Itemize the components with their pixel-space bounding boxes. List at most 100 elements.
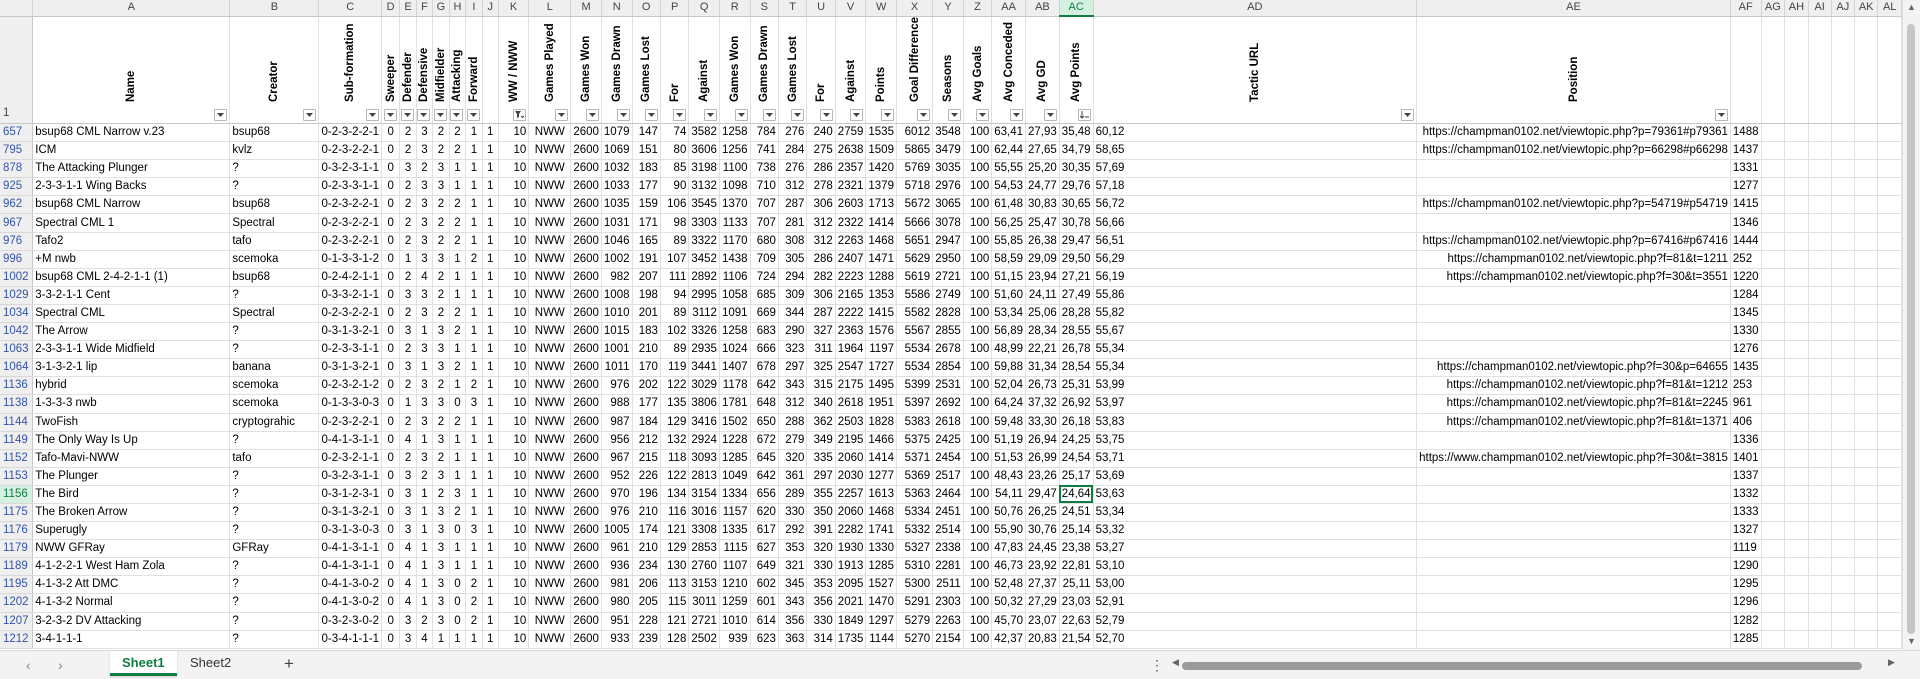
cell-e[interactable]: 2 <box>399 232 417 251</box>
empty-cell[interactable] <box>1831 413 1855 432</box>
cell-z[interactable]: 100 <box>963 593 993 613</box>
cell-c[interactable]: 0-3-1-3-2-1 <box>318 322 383 342</box>
filter-dropdown-icon[interactable] <box>947 109 961 121</box>
cell-f[interactable]: 3 <box>416 340 434 360</box>
cell-d[interactable]: 0 <box>381 376 401 396</box>
cell-b[interactable]: banana <box>229 358 320 378</box>
empty-cell[interactable] <box>1854 575 1879 595</box>
cell-o[interactable]: 228 <box>632 612 661 631</box>
cell-m[interactable]: 2600 <box>570 340 602 360</box>
row-number[interactable]: 1144 <box>0 413 34 432</box>
cell-a[interactable]: 1-3-3-3 nwb <box>32 394 231 414</box>
cell-d[interactable]: 0 <box>381 431 401 450</box>
cell-n[interactable]: 1046 <box>601 232 633 251</box>
empty-cell[interactable] <box>1854 521 1879 541</box>
empty-cell[interactable] <box>1808 304 1832 324</box>
cell-l[interactable]: NWW <box>528 431 572 450</box>
cell-s[interactable]: 601 <box>750 593 779 613</box>
cell-r[interactable]: 1407 <box>719 358 751 378</box>
cell-f[interactable]: 1 <box>416 539 434 559</box>
cell-b[interactable]: ? <box>229 557 320 577</box>
cell-j[interactable]: 1 <box>482 521 499 541</box>
cell-k[interactable]: 10 <box>498 376 530 396</box>
cell-t[interactable]: 343 <box>778 376 808 396</box>
cell-p[interactable]: 122 <box>660 467 690 486</box>
cell-t[interactable]: 308 <box>778 232 808 251</box>
cell-ad[interactable]: 53,34 <box>1093 503 1418 523</box>
cell-s[interactable]: 724 <box>750 268 779 287</box>
cell-t[interactable]: 276 <box>778 159 808 179</box>
cell-f[interactable]: 1 <box>416 593 434 613</box>
cell-aa[interactable]: 56,25 <box>991 213 1027 233</box>
cell-ac[interactable]: 25,11 <box>1059 575 1094 595</box>
cell-j[interactable]: 1 <box>482 340 499 360</box>
cell-t[interactable]: 361 <box>778 467 808 486</box>
filter-dropdown-icon[interactable] <box>616 109 630 121</box>
row-number[interactable]: 996 <box>0 250 34 269</box>
cell-l[interactable]: NWW <box>528 250 572 269</box>
cell-aa[interactable]: 54,53 <box>991 177 1027 197</box>
cell-a[interactable]: 4-1-3-2 Normal <box>32 593 231 613</box>
empty-cell[interactable] <box>1831 340 1855 360</box>
cell-aa[interactable]: 62,44 <box>991 141 1027 161</box>
cell-z[interactable]: 100 <box>963 376 993 396</box>
cell-b[interactable]: ? <box>229 503 320 523</box>
filter-dropdown-icon[interactable] <box>1401 109 1415 121</box>
cell-h[interactable]: 2 <box>449 503 467 523</box>
column-header-t[interactable]: T <box>778 0 808 17</box>
vertical-scroll-thumb[interactable] <box>1907 24 1915 634</box>
cell-x[interactable]: 5279 <box>896 612 934 631</box>
cell-f[interactable]: 1 <box>416 503 434 523</box>
cell-i[interactable]: 1 <box>465 123 483 143</box>
header-cell-e[interactable]: Defender <box>399 16 417 124</box>
empty-cell[interactable] <box>1784 195 1809 215</box>
cell-z[interactable]: 100 <box>963 521 993 541</box>
row-number[interactable]: 1152 <box>0 449 34 468</box>
cell-ae[interactable] <box>1416 539 1731 559</box>
column-header-a[interactable]: A <box>32 0 231 17</box>
cell-h[interactable]: 2 <box>449 413 467 432</box>
cell-w[interactable]: 1414 <box>865 213 897 233</box>
cell-u[interactable]: 340 <box>806 394 836 414</box>
empty-cell[interactable] <box>1831 394 1855 414</box>
cell-af[interactable]: 1332 <box>1730 485 1762 504</box>
cell-b[interactable]: kvlz <box>229 141 320 161</box>
cell-t[interactable]: 321 <box>778 557 808 577</box>
empty-cell[interactable] <box>1831 521 1855 541</box>
header-cell-b[interactable]: Creator <box>229 16 320 124</box>
cell-y[interactable]: 2303 <box>932 593 964 613</box>
empty-cell[interactable] <box>1877 449 1902 468</box>
empty-cell[interactable] <box>1784 322 1809 342</box>
empty-cell[interactable] <box>1808 141 1832 161</box>
cell-ae[interactable] <box>1416 177 1731 197</box>
cell-s[interactable]: 649 <box>750 557 779 577</box>
cell-af[interactable]: 1296 <box>1730 593 1762 613</box>
column-header-v[interactable]: V <box>835 0 867 17</box>
cell-b[interactable]: ? <box>229 286 320 305</box>
cell-ad[interactable]: 53,00 <box>1093 575 1418 595</box>
cell-h[interactable]: 2 <box>449 141 467 161</box>
cell-b[interactable]: scemoka <box>229 250 320 269</box>
empty-cell[interactable] <box>1784 123 1809 143</box>
empty-cell[interactable] <box>1854 250 1879 269</box>
cell-j[interactable]: 1 <box>482 376 499 396</box>
cell-y[interactable]: 2950 <box>932 250 964 269</box>
cell-c[interactable]: 0-3-1-3-2-1 <box>318 503 383 523</box>
cell-o[interactable]: 212 <box>632 431 661 450</box>
cell-p[interactable]: 85 <box>660 159 690 179</box>
cell-f[interactable]: 3 <box>416 304 434 324</box>
cell-g[interactable]: 2 <box>432 376 450 396</box>
cell-t[interactable]: 292 <box>778 521 808 541</box>
spreadsheet-grid[interactable]: A B C D E F G H I J K L M N O P Q R S T U V W X Y Z AA AB AC AD AE AF AG… <box>0 0 1902 650</box>
column-header-m[interactable]: M <box>570 0 602 17</box>
cell-aa[interactable]: 50,32 <box>991 593 1027 613</box>
cell-w[interactable]: 1379 <box>865 177 897 197</box>
cell-o[interactable]: 210 <box>632 503 661 523</box>
column-header-i[interactable]: I <box>465 0 483 17</box>
cell-o[interactable]: 183 <box>632 159 661 179</box>
cell-j[interactable]: 1 <box>482 268 499 287</box>
cell-aa[interactable]: 63,41 <box>991 123 1027 143</box>
cell-x[interactable]: 5718 <box>896 177 934 197</box>
cell-ac[interactable]: 23,38 <box>1059 539 1094 559</box>
filter-dropdown-icon[interactable] <box>417 109 431 121</box>
